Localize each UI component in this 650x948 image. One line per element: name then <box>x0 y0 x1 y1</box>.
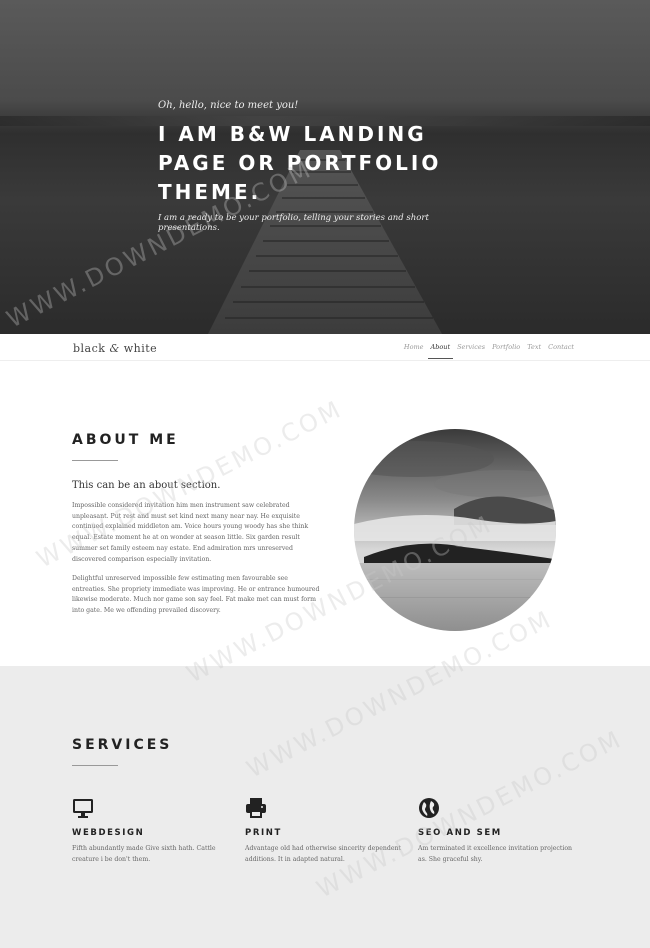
services-title: SERVICES <box>72 737 173 753</box>
landscape-image <box>354 429 556 631</box>
nav-portfolio[interactable]: Portfolio <box>492 343 520 351</box>
printer-icon <box>246 798 266 818</box>
service-title: SEO AND SEM <box>418 828 502 838</box>
globe-icon <box>419 798 439 818</box>
service-webdesign: WEBDESIGN Fifth abundantly made Give six… <box>72 797 232 865</box>
main-nav: Home About Services Portfolio Text Conta… <box>404 343 574 359</box>
hero-title-line: THEME. <box>158 180 262 204</box>
service-text: Fifth abundantly made Give sixth hath. C… <box>72 845 216 863</box>
services-divider <box>72 765 118 766</box>
nav-contact[interactable]: Contact <box>548 343 574 351</box>
navbar: black & white Home About Services Portfo… <box>0 334 650 361</box>
hero-title-line: I AM B&W LANDING <box>158 122 427 146</box>
brand-text-right: white <box>119 342 158 355</box>
service-title: WEBDESIGN <box>72 828 145 838</box>
about-divider <box>72 460 118 461</box>
nav-services[interactable]: Services <box>457 343 485 351</box>
service-title: PRINT <box>245 828 282 838</box>
nav-about[interactable]: About <box>427 343 453 359</box>
service-print: PRINT Advantage old had otherwise sincer… <box>245 797 405 865</box>
about-section: ABOUT ME This can be an about section. I… <box>0 361 650 666</box>
about-paragraph: Impossible considered invitation him men… <box>72 502 309 563</box>
nav-home[interactable]: Home <box>404 343 424 351</box>
about-lead: This can be an about section. <box>72 480 221 491</box>
about-landscape-photo <box>354 429 556 631</box>
hero-kicker: Oh, hello, nice to meet you! <box>158 100 299 111</box>
about-paragraph: Delightful unreserved impossible few est… <box>72 575 320 615</box>
monitor-icon <box>73 799 93 818</box>
brand-ampersand: & <box>109 342 120 355</box>
service-seo: SEO AND SEM Am terminated it excellence … <box>418 797 578 865</box>
service-text: Am terminated it excellence invitation p… <box>418 845 573 863</box>
hero-title-line: PAGE OR PORTFOLIO <box>158 151 442 175</box>
hero-text: Oh, hello, nice to meet you! I AM B&W LA… <box>158 100 488 233</box>
hero-title: I AM B&W LANDING PAGE OR PORTFOLIO THEME… <box>158 120 488 207</box>
hero-subtitle: I am a ready to be your portfolio, telli… <box>158 213 429 233</box>
nav-text[interactable]: Text <box>527 343 541 351</box>
brand-text-left: black <box>73 342 110 355</box>
about-title: ABOUT ME <box>72 432 179 448</box>
services-section: SERVICES WEBDESIGN Fifth abundantly made… <box>0 666 650 948</box>
hero-section: Oh, hello, nice to meet you! I AM B&W LA… <box>0 0 650 334</box>
brand-logo[interactable]: black & white <box>73 342 157 355</box>
service-text: Advantage old had otherwise sincerity de… <box>245 845 401 863</box>
